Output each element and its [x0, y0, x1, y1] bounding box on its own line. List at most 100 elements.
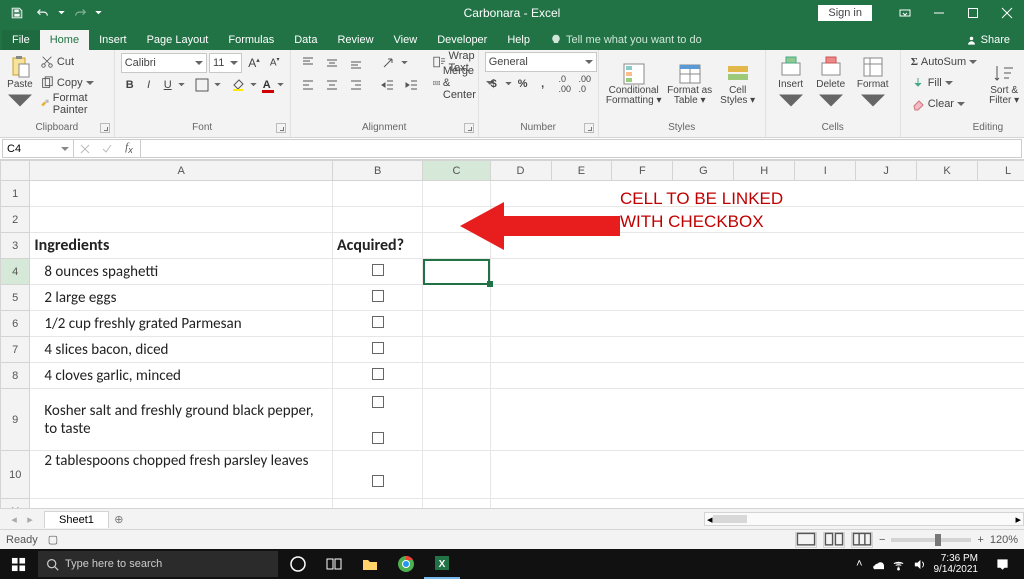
name-box[interactable]: C4: [2, 139, 74, 158]
page-break-view-button[interactable]: [851, 532, 873, 548]
cell-C8[interactable]: [423, 363, 490, 389]
cell-C1[interactable]: [423, 181, 490, 207]
decrease-decimal-button[interactable]: .00.0: [576, 74, 594, 94]
cell-D5[interactable]: [490, 285, 1024, 311]
ribbon-options-button[interactable]: [888, 0, 922, 26]
col-header-K[interactable]: K: [917, 161, 978, 181]
insert-cells-button[interactable]: Insert: [772, 52, 810, 116]
font-color-dropdown[interactable]: [277, 75, 284, 95]
cut-button[interactable]: Cut: [36, 52, 108, 72]
sheet-tab-sheet1[interactable]: Sheet1: [44, 511, 109, 528]
zoom-value[interactable]: 120%: [990, 534, 1018, 546]
cell-B10[interactable]: [332, 451, 422, 499]
chrome-button[interactable]: [388, 549, 424, 579]
share-button[interactable]: Share: [952, 30, 1024, 50]
cell-A7[interactable]: 4 slices bacon, diced: [30, 337, 333, 363]
cell-styles-button[interactable]: CellStyles ▾: [717, 52, 759, 116]
normal-view-button[interactable]: [795, 532, 817, 548]
save-icon[interactable]: [6, 3, 28, 23]
row-header-11[interactable]: 11: [1, 499, 30, 509]
cell-C10[interactable]: [423, 451, 490, 499]
copy-button[interactable]: Copy: [36, 73, 108, 93]
signin-button[interactable]: Sign in: [818, 5, 872, 21]
checkbox-icon[interactable]: [372, 264, 384, 276]
fill-color-button[interactable]: [227, 75, 249, 95]
tab-formulas[interactable]: Formulas: [218, 30, 284, 50]
orientation-dropdown[interactable]: [401, 53, 408, 73]
shrink-font-button[interactable]: A▾: [266, 53, 284, 73]
tab-view[interactable]: View: [384, 30, 428, 50]
cell-C3[interactable]: [423, 233, 490, 259]
sheet-nav-next[interactable]: ▸: [22, 511, 38, 527]
borders-button[interactable]: [191, 75, 213, 95]
row-header-4[interactable]: 4: [1, 259, 30, 285]
fill-color-dropdown[interactable]: [250, 75, 257, 95]
autosum-button[interactable]: ΣAutoSum: [907, 52, 981, 72]
col-header-B[interactable]: B: [332, 161, 422, 181]
checkbox-icon[interactable]: [372, 432, 384, 444]
start-button[interactable]: [0, 549, 36, 579]
paste-button[interactable]: Paste: [6, 52, 34, 116]
align-middle-button[interactable]: [321, 53, 343, 73]
orientation-button[interactable]: [377, 53, 399, 73]
accounting-format-button[interactable]: $: [485, 74, 503, 94]
zoom-out-button[interactable]: −: [879, 534, 885, 546]
col-header-A[interactable]: A: [30, 161, 333, 181]
row-header-7[interactable]: 7: [1, 337, 30, 363]
row-header-5[interactable]: 5: [1, 285, 30, 311]
cell-B8[interactable]: [332, 363, 422, 389]
checkbox-icon[interactable]: [372, 316, 384, 328]
clear-button[interactable]: Clear: [907, 94, 981, 114]
cell-D3[interactable]: [490, 233, 1024, 259]
cell-B4[interactable]: [332, 259, 422, 285]
col-header-L[interactable]: L: [978, 161, 1024, 181]
col-header-J[interactable]: J: [856, 161, 917, 181]
font-size-combo[interactable]: 11: [209, 53, 242, 73]
cell-A5[interactable]: 2 large eggs: [30, 285, 333, 311]
cell-C5[interactable]: [423, 285, 490, 311]
minimize-button[interactable]: [922, 0, 956, 26]
col-header-C[interactable]: C: [423, 161, 490, 181]
cell-D6[interactable]: [490, 311, 1024, 337]
cell-D10[interactable]: [490, 451, 1024, 499]
cell-B7[interactable]: [332, 337, 422, 363]
cell-C2[interactable]: [423, 207, 490, 233]
cancel-entry-button[interactable]: [74, 143, 96, 155]
tab-review[interactable]: Review: [327, 30, 383, 50]
qat-customize[interactable]: [95, 3, 102, 23]
cell-A6[interactable]: 1/2 cup freshly grated Parmesan: [30, 311, 333, 337]
select-all-corner[interactable]: [1, 161, 30, 181]
row-header-3[interactable]: 3: [1, 233, 30, 259]
cell-A3[interactable]: Ingredients: [30, 233, 333, 259]
cell-A10[interactable]: 2 tablespoons chopped fresh parsley leav…: [30, 451, 333, 499]
checkbox-icon[interactable]: [372, 396, 384, 408]
action-center-button[interactable]: [986, 549, 1018, 579]
tab-insert[interactable]: Insert: [89, 30, 137, 50]
font-dialog-launcher[interactable]: [276, 123, 286, 133]
cell-B1[interactable]: [332, 181, 422, 207]
bold-button[interactable]: B: [121, 75, 139, 95]
cell-B2[interactable]: [332, 207, 422, 233]
excel-button[interactable]: X: [424, 549, 460, 579]
fill-button[interactable]: Fill: [907, 73, 981, 93]
volume-icon[interactable]: [913, 558, 926, 571]
cell-D11[interactable]: [490, 499, 1024, 509]
decrease-indent-button[interactable]: [377, 75, 399, 95]
align-center-button[interactable]: [321, 75, 343, 95]
cell-B11[interactable]: [332, 499, 422, 509]
align-top-button[interactable]: [297, 53, 319, 73]
undo-dropdown[interactable]: [58, 3, 65, 23]
conditional-formatting-button[interactable]: ConditionalFormatting ▾: [605, 52, 663, 116]
tell-me-search[interactable]: Tell me what you want to do: [540, 30, 712, 50]
enter-entry-button[interactable]: [96, 143, 118, 155]
zoom-slider[interactable]: [891, 538, 971, 542]
percent-button[interactable]: %: [514, 74, 532, 94]
align-bottom-button[interactable]: [345, 53, 367, 73]
borders-dropdown[interactable]: [214, 75, 221, 95]
clipboard-dialog-launcher[interactable]: [100, 123, 110, 133]
increase-indent-button[interactable]: [401, 75, 423, 95]
checkbox-icon[interactable]: [372, 368, 384, 380]
tab-page-layout[interactable]: Page Layout: [137, 30, 219, 50]
underline-button[interactable]: U: [159, 75, 177, 95]
onedrive-icon[interactable]: [871, 558, 884, 571]
